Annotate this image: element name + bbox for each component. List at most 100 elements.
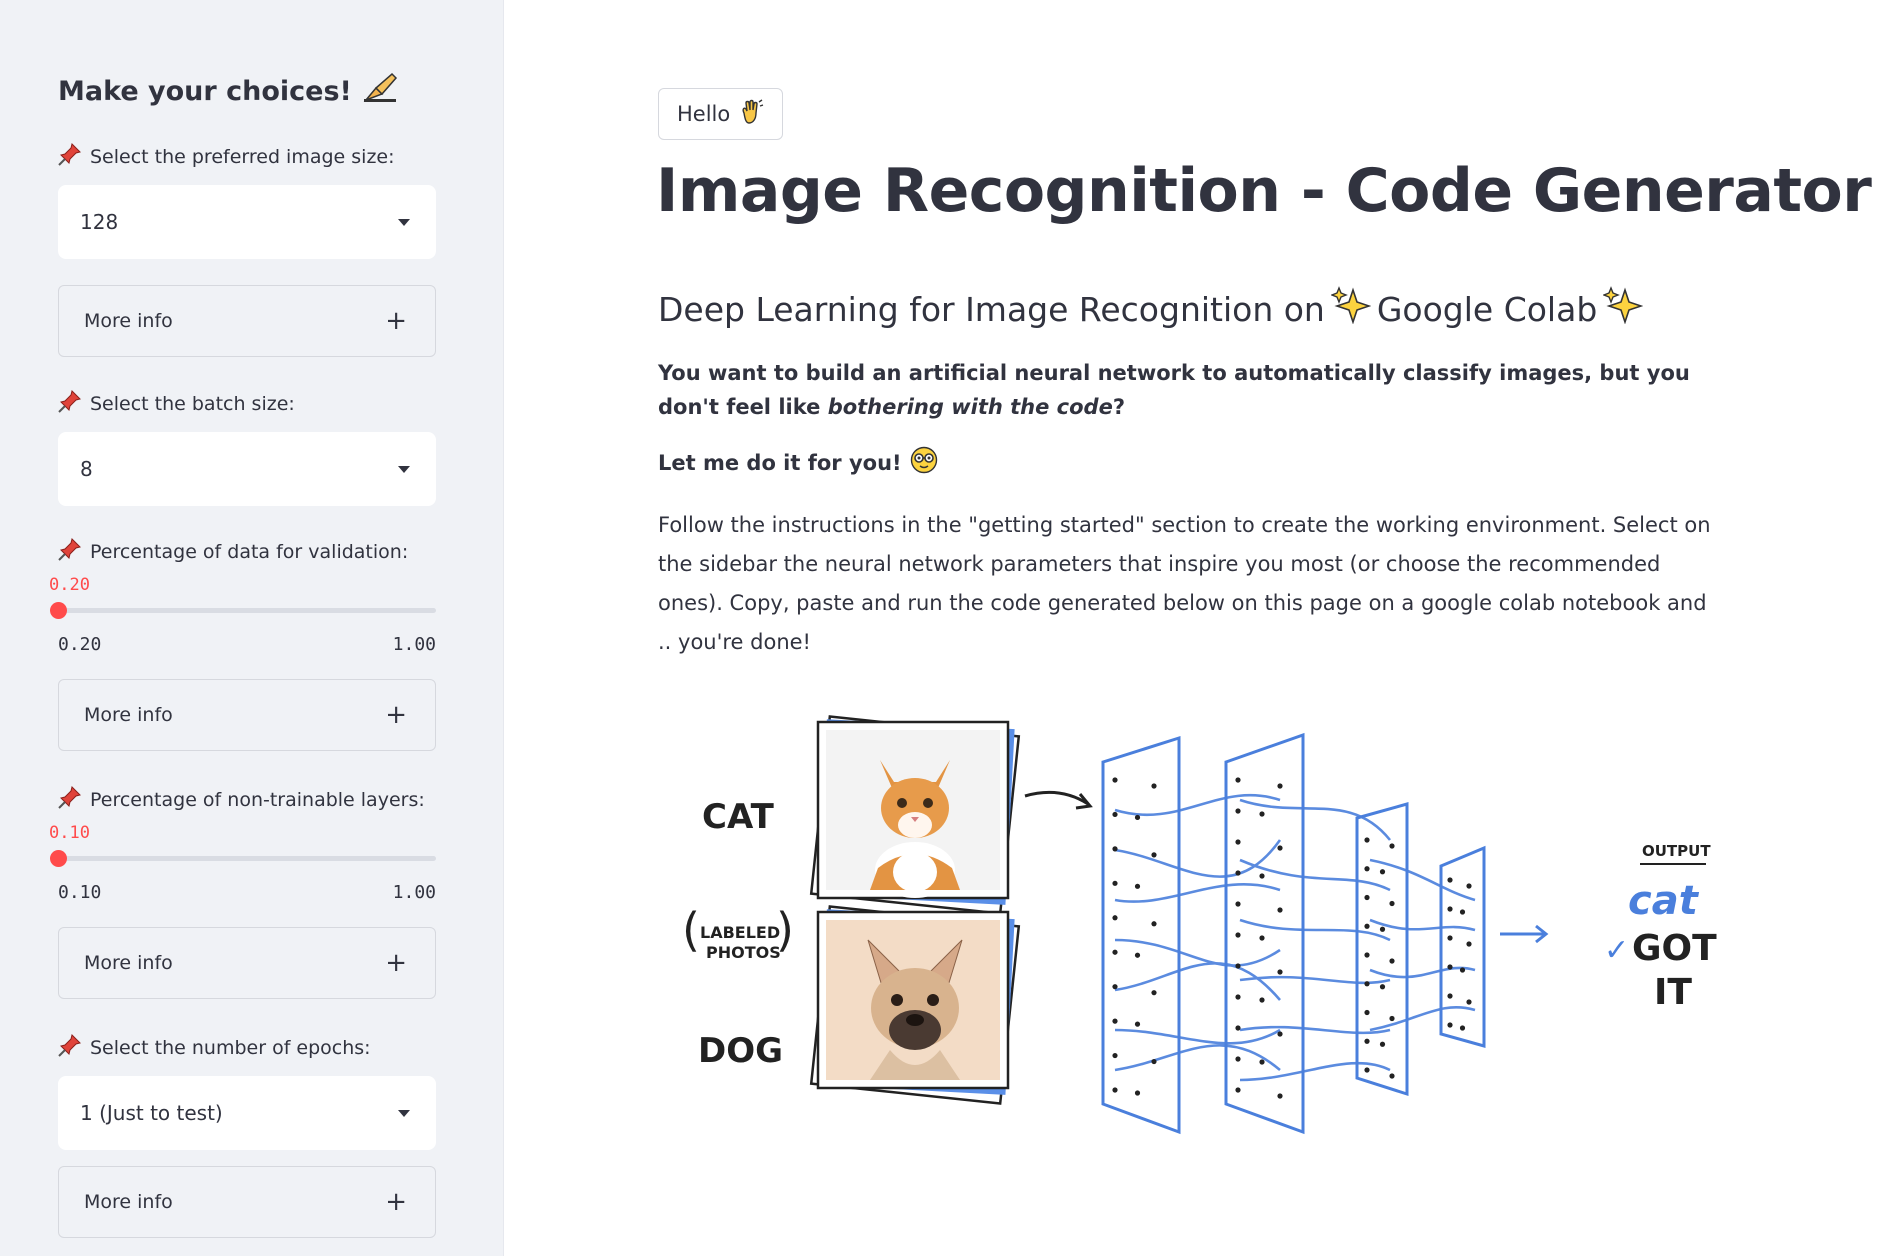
network-node bbox=[1277, 1031, 1283, 1037]
subtitle-prefix: Deep Learning for Image Recognition on bbox=[658, 289, 1325, 329]
network-node bbox=[1364, 894, 1370, 901]
network-node bbox=[1389, 900, 1395, 907]
network-node bbox=[1112, 1087, 1118, 1093]
network-node bbox=[1151, 852, 1157, 858]
dog-label: DOG bbox=[698, 1031, 783, 1071]
output-label: OUTPUT bbox=[1642, 842, 1711, 860]
non-trainable-max: 1.00 bbox=[392, 882, 436, 903]
network-node bbox=[1134, 814, 1141, 821]
non-trainable-slider-value: 0.10 bbox=[49, 823, 90, 843]
more-info-expander-non-trainable[interactable]: More info + bbox=[58, 927, 436, 999]
more-info-expander-image-size[interactable]: More info + bbox=[58, 285, 436, 357]
network-node bbox=[1112, 984, 1118, 990]
nerd-face-icon bbox=[910, 446, 938, 479]
intro-italic: bothering with the code bbox=[827, 395, 1113, 419]
network-node bbox=[1447, 906, 1453, 912]
network-node bbox=[1112, 811, 1118, 818]
output-value: cat bbox=[1628, 878, 1700, 924]
validation-slider-track[interactable] bbox=[50, 602, 436, 619]
network-node bbox=[1447, 935, 1453, 941]
batch-size-value: 8 bbox=[80, 457, 93, 481]
network-node bbox=[1112, 915, 1118, 921]
validation-label: Percentage of data for validation: bbox=[58, 537, 408, 566]
network-node bbox=[1389, 958, 1395, 964]
network-node bbox=[1151, 783, 1157, 789]
neural-network-illustration: CAT ( LABELED PHOTOS ) DOG OUTPUT cat ✓ … bbox=[682, 715, 1717, 1135]
network-node bbox=[1259, 1059, 1265, 1065]
plus-icon: + bbox=[385, 306, 407, 336]
hello-button[interactable]: Hello bbox=[658, 88, 784, 140]
image-size-select[interactable]: 128 bbox=[58, 185, 436, 259]
pushpin-icon bbox=[58, 142, 82, 171]
batch-size-select[interactable]: 8 bbox=[58, 432, 436, 506]
network-node bbox=[1379, 1041, 1386, 1047]
network-node bbox=[1277, 783, 1283, 789]
network-node bbox=[1389, 1015, 1395, 1022]
sidebar: Make your choices! Select the preferred … bbox=[0, 0, 504, 1256]
network-node bbox=[1364, 866, 1370, 872]
network-node bbox=[1134, 883, 1141, 889]
non-trainable-slider-thumb[interactable] bbox=[50, 850, 67, 867]
network-node bbox=[1235, 839, 1241, 845]
network-node bbox=[1112, 846, 1118, 852]
it-text: IT bbox=[1654, 972, 1692, 1013]
more-info-label: More info bbox=[84, 704, 173, 726]
validation-max: 1.00 bbox=[392, 634, 436, 655]
network-node bbox=[1235, 1025, 1241, 1031]
network-node bbox=[1277, 907, 1283, 913]
network-node bbox=[1364, 981, 1370, 987]
sparkles-icon bbox=[1602, 286, 1644, 332]
network-node bbox=[1459, 967, 1466, 973]
image-size-label: Select the preferred image size: bbox=[58, 142, 395, 171]
page-title: Image Recognition - Code Generator bbox=[656, 156, 1872, 226]
validation-slider-thumb[interactable] bbox=[50, 602, 67, 619]
non-trainable-slider-track[interactable] bbox=[50, 850, 436, 867]
validation-slider-range: 0.20 1.00 bbox=[58, 634, 436, 655]
non-trainable-label: Percentage of non-trainable layers: bbox=[58, 785, 425, 814]
image-size-label-text: Select the preferred image size: bbox=[90, 145, 395, 168]
validation-min: 0.20 bbox=[58, 634, 102, 655]
network-node bbox=[1112, 880, 1118, 886]
check-icon: ✓ bbox=[1604, 933, 1629, 968]
got-text: GOT bbox=[1632, 928, 1717, 969]
more-info-expander-validation[interactable]: More info + bbox=[58, 679, 436, 751]
network-node bbox=[1459, 1025, 1466, 1031]
network-node bbox=[1389, 1073, 1395, 1079]
network-node bbox=[1134, 1090, 1141, 1096]
network-node bbox=[1235, 1056, 1241, 1062]
batch-size-label-text: Select the batch size: bbox=[90, 392, 295, 415]
network-node bbox=[1151, 990, 1157, 996]
network-node bbox=[1379, 926, 1386, 932]
network-node bbox=[1364, 1009, 1370, 1016]
epochs-select[interactable]: 1 (Just to test) bbox=[58, 1076, 436, 1150]
non-trainable-slider-range: 0.10 1.00 bbox=[58, 882, 436, 903]
more-info-expander-epochs[interactable]: More info + bbox=[58, 1166, 436, 1238]
hello-button-label: Hello bbox=[677, 102, 731, 126]
network-node bbox=[1466, 941, 1472, 947]
waving-hand-icon bbox=[738, 98, 764, 130]
network-node bbox=[1235, 777, 1241, 783]
sidebar-title: Make your choices! bbox=[58, 72, 398, 111]
sparkles-icon bbox=[1329, 286, 1372, 332]
page-subtitle: Deep Learning for Image Recognition on G… bbox=[658, 286, 1644, 332]
network-node bbox=[1466, 883, 1472, 889]
intro-paragraph: You want to build an artificial neural n… bbox=[658, 356, 1718, 424]
chevron-down-icon bbox=[398, 465, 410, 473]
network-node bbox=[1151, 921, 1157, 927]
network-node bbox=[1364, 923, 1370, 929]
labeled-text: LABELED bbox=[700, 923, 780, 942]
paren-right-icon: ) bbox=[776, 903, 794, 957]
pushpin-icon bbox=[58, 389, 82, 418]
network-node bbox=[1235, 901, 1241, 907]
network-node bbox=[1259, 997, 1265, 1003]
more-info-label: More info bbox=[84, 952, 173, 974]
network-node bbox=[1379, 869, 1386, 875]
network-node bbox=[1259, 811, 1265, 817]
pushpin-icon bbox=[58, 537, 82, 566]
plus-icon: + bbox=[385, 700, 407, 730]
chevron-down-icon bbox=[398, 1109, 410, 1117]
non-trainable-min: 0.10 bbox=[58, 882, 102, 903]
network-node bbox=[1389, 843, 1395, 849]
cat-label: CAT bbox=[702, 797, 775, 837]
network-node bbox=[1259, 935, 1265, 941]
